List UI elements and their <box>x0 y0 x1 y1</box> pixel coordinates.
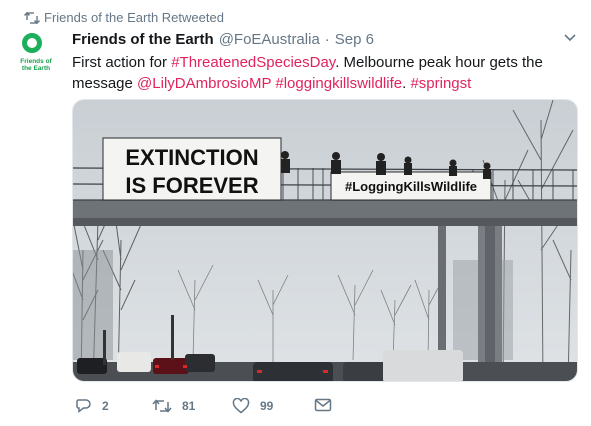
reply-button[interactable]: 2 <box>75 398 109 414</box>
tweet-text-part: First action for <box>72 54 172 71</box>
heart-icon <box>232 398 250 414</box>
tweet-header: Friends of the Earth @FoEAustralia · Sep… <box>72 31 374 48</box>
retweet-button[interactable]: 81 <box>152 398 195 414</box>
banner-extinction-line2: IS FOREVER <box>125 173 258 198</box>
tweet-photo[interactable]: EXTINCTION IS FOREVER #LoggingKillsWildl… <box>72 99 578 382</box>
avatar-logo-ring <box>22 33 42 53</box>
hashtag-loggingkillswildlife[interactable]: #loggingkillswildlife <box>275 75 402 92</box>
tweet-actions: 2 81 99 <box>72 398 402 418</box>
tweet-date[interactable]: Sep 6 <box>335 31 374 48</box>
like-button[interactable]: 99 <box>232 398 273 414</box>
reply-count: 2 <box>102 399 109 413</box>
like-count: 99 <box>260 399 274 413</box>
mention-lilydambrosiomp[interactable]: @LilyDAmbrosioMP <box>137 75 271 92</box>
retweet-count: 81 <box>182 399 196 413</box>
direct-message-button[interactable] <box>314 398 332 412</box>
retweet-context[interactable]: Friends of the Earth Retweeted <box>24 10 224 25</box>
banner-extinction-line1: EXTINCTION <box>125 145 258 170</box>
photo-scene: EXTINCTION IS FOREVER #LoggingKillsWildl… <box>73 100 577 381</box>
author-name[interactable]: Friends of the Earth <box>72 31 214 48</box>
hashtag-springst[interactable]: #springst <box>410 75 471 92</box>
tweet-text: First action for #ThreatenedSpeciesDay. … <box>72 52 572 94</box>
reply-icon <box>76 399 91 414</box>
avatar-logo-text: Friends of the Earth <box>20 58 52 72</box>
banner-logging-text: #LoggingKillsWildlife <box>345 179 477 194</box>
hashtag-threatenedspeciesday[interactable]: #ThreatenedSpeciesDay <box>171 54 335 71</box>
retweet-context-text: Friends of the Earth Retweeted <box>44 10 224 25</box>
author-handle[interactable]: @FoEAustralia <box>219 31 320 48</box>
envelope-icon <box>314 398 332 412</box>
retweet-icon <box>24 11 40 25</box>
chevron-down-icon[interactable] <box>563 33 577 43</box>
header-separator: · <box>324 31 330 48</box>
avatar[interactable]: Friends of the Earth <box>12 30 60 78</box>
retweet-icon <box>152 399 172 413</box>
